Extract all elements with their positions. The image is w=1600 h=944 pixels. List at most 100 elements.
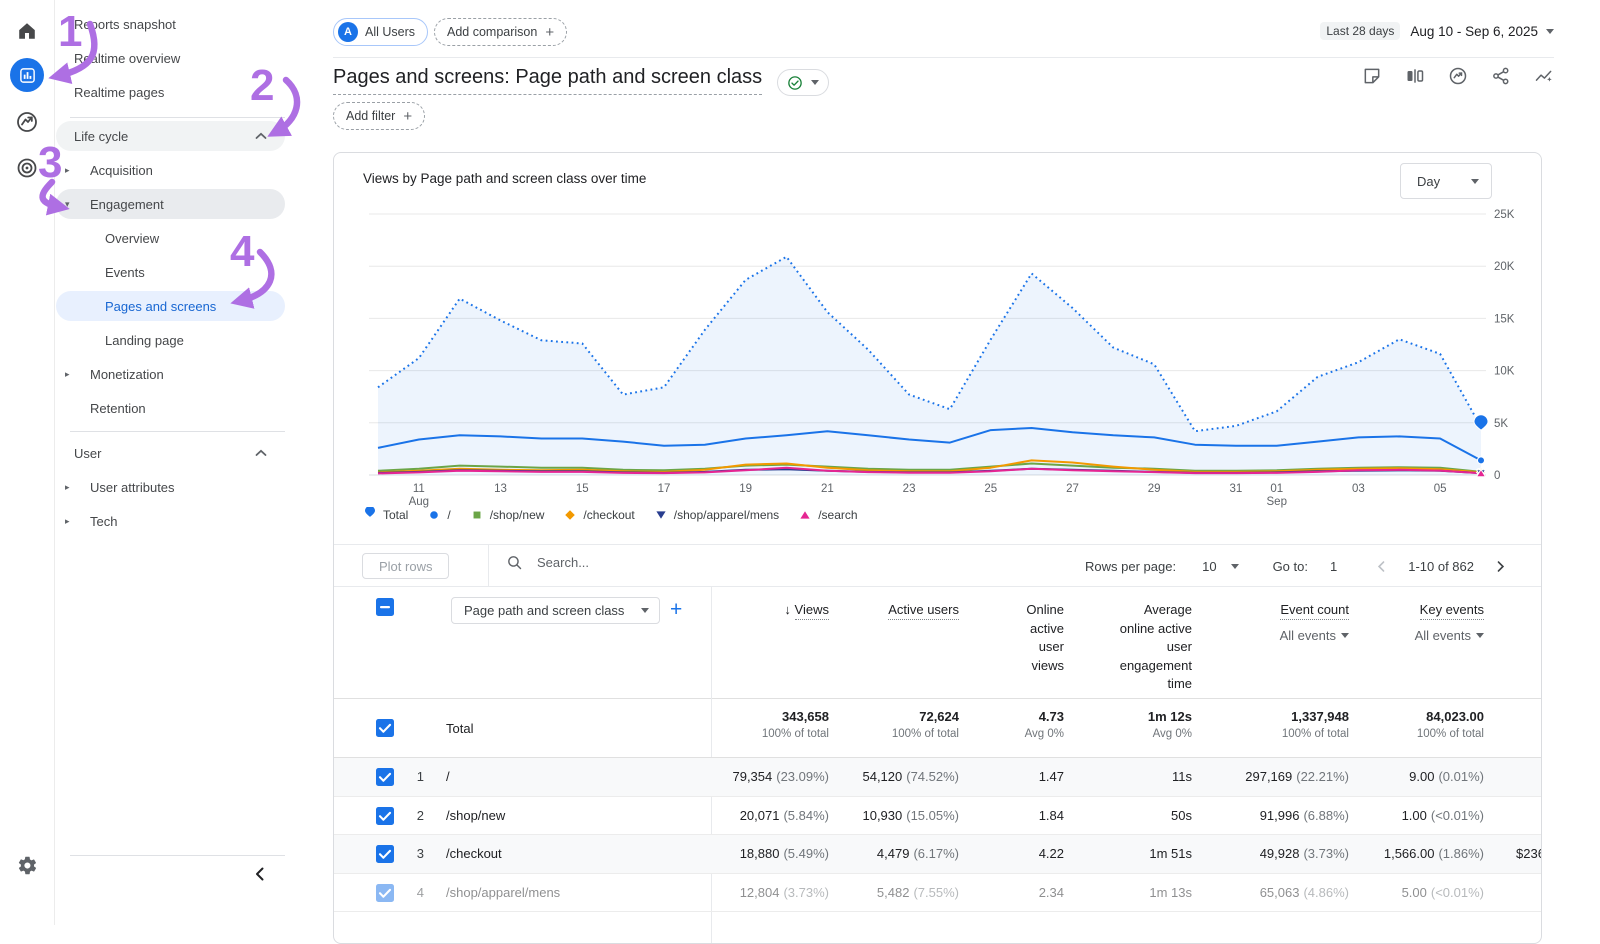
sidebar-item-engagement[interactable]: ▾Engagement <box>56 189 285 219</box>
svg-text:31: 31 <box>1229 483 1242 495</box>
sidebar-item-acquisition[interactable]: ▸Acquisition <box>56 155 285 185</box>
svg-text:21: 21 <box>821 483 834 495</box>
sidebar-item-label: Realtime pages <box>56 85 164 100</box>
add-filter-button[interactable]: Add filter + <box>333 102 425 130</box>
sidebar-item-overview[interactable]: Overview <box>56 223 285 253</box>
circle-icon <box>427 507 441 522</box>
page-title[interactable]: Pages and screens: Page path and screen … <box>333 66 762 95</box>
nav-divider <box>70 117 285 118</box>
chevron-up-icon[interactable] <box>255 132 267 140</box>
sidebar-item-retention[interactable]: Retention <box>56 393 285 423</box>
sidebar-item-user[interactable]: User <box>56 438 285 468</box>
column-header-views[interactable]: ↓ Views <box>784 601 829 620</box>
row-checkbox[interactable] <box>376 768 394 786</box>
home-icon[interactable] <box>0 20 54 42</box>
chevron-down-icon[interactable] <box>1231 564 1239 569</box>
rows-per-page-value[interactable]: 10 <box>1202 559 1216 574</box>
sidebar-item-label: Events <box>56 265 145 280</box>
rows-per-page-label: Rows per page: <box>1085 559 1176 574</box>
note-icon[interactable] <box>1362 66 1382 86</box>
column-header-online-active-user-views[interactable]: Onlineactiveuserviews <box>1026 601 1064 675</box>
next-page-icon[interactable] <box>1490 560 1511 573</box>
date-range-picker[interactable]: Last 28 days Aug 10 - Sep 6, 2025 <box>1320 22 1554 40</box>
dimension-select[interactable]: Page path and screen class <box>451 597 660 624</box>
metric-cell: 65,063(4.86%) <box>1260 874 1349 912</box>
add-column-icon[interactable]: + <box>670 599 682 620</box>
column-header-average-online-active-user-engagement-time[interactable]: Averageonline activeuserengagementtime <box>1120 601 1192 694</box>
sidebar-item-user-attributes[interactable]: ▸User attributes <box>56 472 285 502</box>
collapse-sidebar-icon[interactable] <box>252 866 268 887</box>
sidebar-item-monetization[interactable]: ▸Monetization <box>56 359 285 389</box>
triangle-right-icon: ▸ <box>65 369 70 380</box>
goto-value[interactable]: 1 <box>1330 559 1337 574</box>
chevron-down-icon[interactable] <box>1341 633 1349 638</box>
sidebar-item-life-cycle[interactable]: Life cycle <box>56 121 285 151</box>
column-header-key-events[interactable]: Key eventsAll events <box>1415 601 1484 645</box>
audience-chip[interactable]: A All Users <box>333 18 428 46</box>
insights-icon[interactable] <box>1534 66 1554 86</box>
nav-divider <box>70 855 285 856</box>
metric-cell: 4.22 <box>1039 835 1064 873</box>
advertising-icon[interactable] <box>0 156 54 180</box>
sidebar-item-events[interactable]: Events <box>56 257 285 287</box>
legend-item: /shop/new <box>470 507 545 522</box>
svg-text:20K: 20K <box>1494 261 1515 273</box>
add-comparison-button[interactable]: Add comparison + <box>434 18 567 46</box>
sidebar-item-tech[interactable]: ▸Tech <box>56 506 285 536</box>
diamond-icon <box>563 507 577 522</box>
column-header-active-users[interactable]: Active users <box>888 601 959 620</box>
sidebar-item-reports-snapshot[interactable]: Reports snapshot <box>56 9 285 39</box>
row-page-path: /checkout <box>446 835 502 873</box>
row-checkbox[interactable] <box>376 845 394 863</box>
sidebar-item-label: Engagement <box>56 197 164 212</box>
metric-cell: 1,566.00(1.86%) <box>1384 835 1484 873</box>
sidebar-item-pages-and-screens[interactable]: Pages and screens <box>56 291 285 321</box>
square-icon <box>470 507 484 522</box>
svg-text:01: 01 <box>1270 483 1283 495</box>
row-checkbox[interactable] <box>376 807 394 825</box>
audience-avatar: A <box>338 22 358 42</box>
plus-icon: + <box>403 109 412 124</box>
chevron-down-icon[interactable] <box>1476 633 1484 638</box>
explore-circle-icon[interactable] <box>1448 66 1468 86</box>
metric-cell: 297,169(22.21%) <box>1245 758 1349 796</box>
svg-text:03: 03 <box>1352 483 1365 495</box>
row-checkbox[interactable] <box>376 884 394 902</box>
report-status-badge[interactable] <box>777 69 829 96</box>
date-range-value: Aug 10 - Sep 6, 2025 <box>1410 24 1554 39</box>
legend-item: / <box>427 507 450 522</box>
row-index: 1 <box>404 758 424 796</box>
svg-text:15: 15 <box>576 483 589 495</box>
legend-label: Total <box>383 508 408 522</box>
legend-item: /checkout <box>563 507 634 522</box>
sort-desc-icon: ↓ <box>784 602 794 617</box>
sidebar-item-label: Overview <box>56 231 159 246</box>
sidebar-item-label: Acquisition <box>56 163 153 178</box>
plot-rows-button[interactable]: Plot rows <box>362 553 449 579</box>
share-icon[interactable] <box>1491 66 1511 86</box>
reports-icon[interactable] <box>10 58 44 92</box>
select-all-checkbox[interactable] <box>376 598 394 616</box>
goto-label: Go to: <box>1273 559 1308 574</box>
column-header-event-count[interactable]: Event countAll events <box>1280 601 1349 645</box>
granularity-select[interactable]: Day <box>1400 163 1492 199</box>
legend-label: /search <box>818 508 857 522</box>
total-row-checkbox[interactable] <box>376 719 394 737</box>
svg-text:27: 27 <box>1066 483 1079 495</box>
search-input[interactable] <box>535 554 839 571</box>
explore-icon[interactable] <box>0 110 54 134</box>
chevron-up-icon[interactable] <box>255 449 267 457</box>
metric-cell: 5.00(<0.01%) <box>1402 874 1484 912</box>
ab-compare-icon[interactable] <box>1405 66 1425 86</box>
toolbar-divider <box>488 545 489 587</box>
sidebar-item-realtime-overview[interactable]: Realtime overview <box>56 43 285 73</box>
prev-page-icon[interactable] <box>1371 560 1392 573</box>
dimension-value: Page path and screen class <box>464 603 624 618</box>
settings-gear-icon[interactable] <box>0 855 54 876</box>
sidebar-item-landing-page[interactable]: Landing page <box>56 325 285 355</box>
sidebar-item-realtime-pages[interactable]: Realtime pages <box>56 77 285 107</box>
table-toolbar: Plot rows Rows per page: 10 Go to: 1 1-1… <box>334 544 1541 587</box>
metric-cell: 54,120(74.52%) <box>862 758 959 796</box>
metric-cell: 91,996(6.88%) <box>1260 797 1349 835</box>
pin-icon <box>363 507 377 522</box>
